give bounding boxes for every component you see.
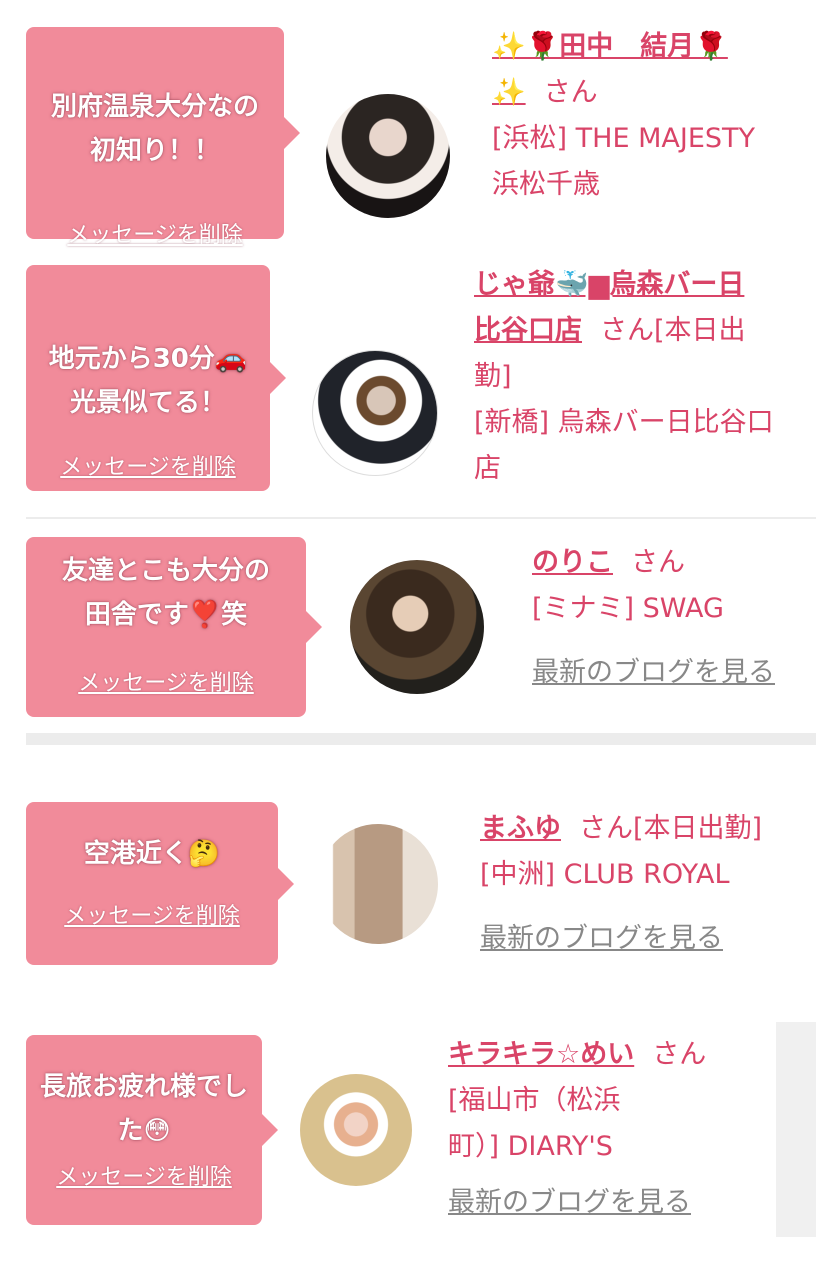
shop-name: [新橋] 烏森バー日比谷口 (474, 407, 774, 438)
honorific: さん (631, 547, 685, 578)
user-name[interactable]: ✨🌹田中 結月🌹 (492, 31, 728, 62)
delete-message-link[interactable]: メッセージを削除 (26, 665, 306, 697)
delete-message-link[interactable]: メッセージを削除 (26, 449, 270, 481)
honorific: さん (600, 315, 654, 346)
message-text: 別府温泉大分なの 初知り！！ (50, 92, 259, 166)
message-text: 友達とこも大分の 田舎です❣️笑 (61, 556, 270, 630)
user-info: のりこ さん [ミナミ] SWAG 最新のブログを見る (532, 540, 822, 696)
shop-name-cont: 町）] DIARY'S (448, 1131, 613, 1162)
message-bubble: 友達とこも大分の 田舎です❣️笑 メッセージを削除 (26, 537, 322, 717)
divider (26, 733, 816, 745)
work-status-cont: 勤] (474, 361, 512, 392)
honorific: さん (652, 1039, 707, 1070)
user-info: キラキラ☆めい さん [福山市（松浜 町）] DIARY'S 最新のブログを見る (448, 1032, 768, 1226)
work-status: [本日出勤] (633, 813, 763, 844)
shop-name-cont: 浜松千歳 (492, 169, 600, 200)
message-text: 地元から30分🚗 光景似てる！ (48, 344, 248, 418)
message-bubble: 別府温泉大分なの 初知り！！ メッセージを削除 (26, 27, 300, 248)
shop-name: [中洲] CLUB ROYAL (480, 859, 730, 890)
message-text: 長旅お疲れ様でし た😳 (39, 1072, 248, 1146)
delete-message-link[interactable]: メッセージを削除 (26, 1159, 262, 1191)
user-name[interactable]: まふゆ (480, 813, 561, 844)
scroll-edge (776, 1022, 816, 1237)
avatar[interactable] (350, 560, 484, 694)
user-name-cont[interactable]: ✨ (492, 77, 526, 108)
honorific: さん (579, 813, 633, 844)
shop-name: [福山市（松浜 (448, 1085, 621, 1116)
shop-name-cont: 店 (474, 453, 501, 484)
delete-message-link[interactable]: メッセージを削除 (26, 217, 284, 249)
message-bubble: 地元から30分🚗 光景似てる！ メッセージを削除 (26, 265, 286, 491)
shop-name: [浜松] THE MAJESTY (492, 123, 755, 154)
latest-blog-link[interactable]: 最新のブログを見る (480, 916, 820, 962)
user-name[interactable]: キラキラ☆めい (448, 1039, 634, 1070)
work-status: [本日出 (654, 315, 746, 346)
user-info: ✨🌹田中 結月🌹 ✨ さん [浜松] THE MAJESTY 浜松千歳 (492, 24, 822, 208)
delete-message-link[interactable]: メッセージを削除 (26, 898, 278, 930)
shop-name: [ミナミ] SWAG (532, 593, 724, 624)
user-info: まふゆ さん[本日出勤] [中洲] CLUB ROYAL 最新のブログを見る (480, 806, 820, 962)
avatar[interactable] (326, 94, 450, 218)
latest-blog-link[interactable]: 最新のブログを見る (532, 650, 822, 696)
message-bubble: 長旅お疲れ様でし た😳 メッセージを削除 (26, 1035, 278, 1225)
avatar[interactable] (312, 350, 438, 476)
user-name-cont[interactable]: 比谷口店 (474, 315, 582, 346)
user-info: じゃ爺🐳▆烏森バー日 比谷口店 さん[本日出 勤] [新橋] 烏森バー日比谷口 店 (474, 262, 820, 492)
message-bubble: 空港近く🤔 メッセージを削除 (26, 802, 294, 965)
latest-blog-link[interactable]: 最新のブログを見る (448, 1180, 768, 1226)
avatar[interactable] (300, 1074, 412, 1186)
divider (26, 517, 816, 519)
user-name[interactable]: じゃ爺🐳▆烏森バー日 (474, 269, 744, 300)
user-name[interactable]: のりこ (532, 547, 613, 578)
honorific: さん (543, 77, 598, 108)
message-text: 空港近く🤔 (83, 839, 221, 869)
avatar[interactable] (318, 824, 438, 944)
